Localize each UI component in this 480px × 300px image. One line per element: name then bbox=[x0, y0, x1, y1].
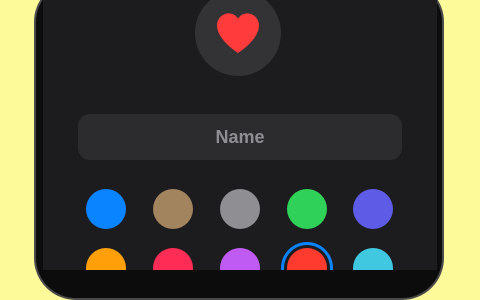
color-swatch-brown[interactable] bbox=[153, 189, 193, 229]
color-swatch-orange[interactable] bbox=[86, 248, 126, 270]
selected-icon-preview[interactable] bbox=[195, 0, 281, 76]
color-swatch-green[interactable] bbox=[287, 189, 327, 229]
color-swatch-teal[interactable] bbox=[353, 248, 393, 270]
color-swatch-blue[interactable] bbox=[86, 189, 126, 229]
color-swatch-red[interactable] bbox=[287, 248, 327, 270]
heart-icon bbox=[217, 13, 259, 53]
screen bbox=[43, 0, 437, 270]
color-swatch-purple[interactable] bbox=[220, 248, 260, 270]
color-swatch-indigo[interactable] bbox=[353, 189, 393, 229]
color-swatch-gray[interactable] bbox=[220, 189, 260, 229]
name-input[interactable] bbox=[78, 114, 402, 160]
color-swatch-pink[interactable] bbox=[153, 248, 193, 270]
